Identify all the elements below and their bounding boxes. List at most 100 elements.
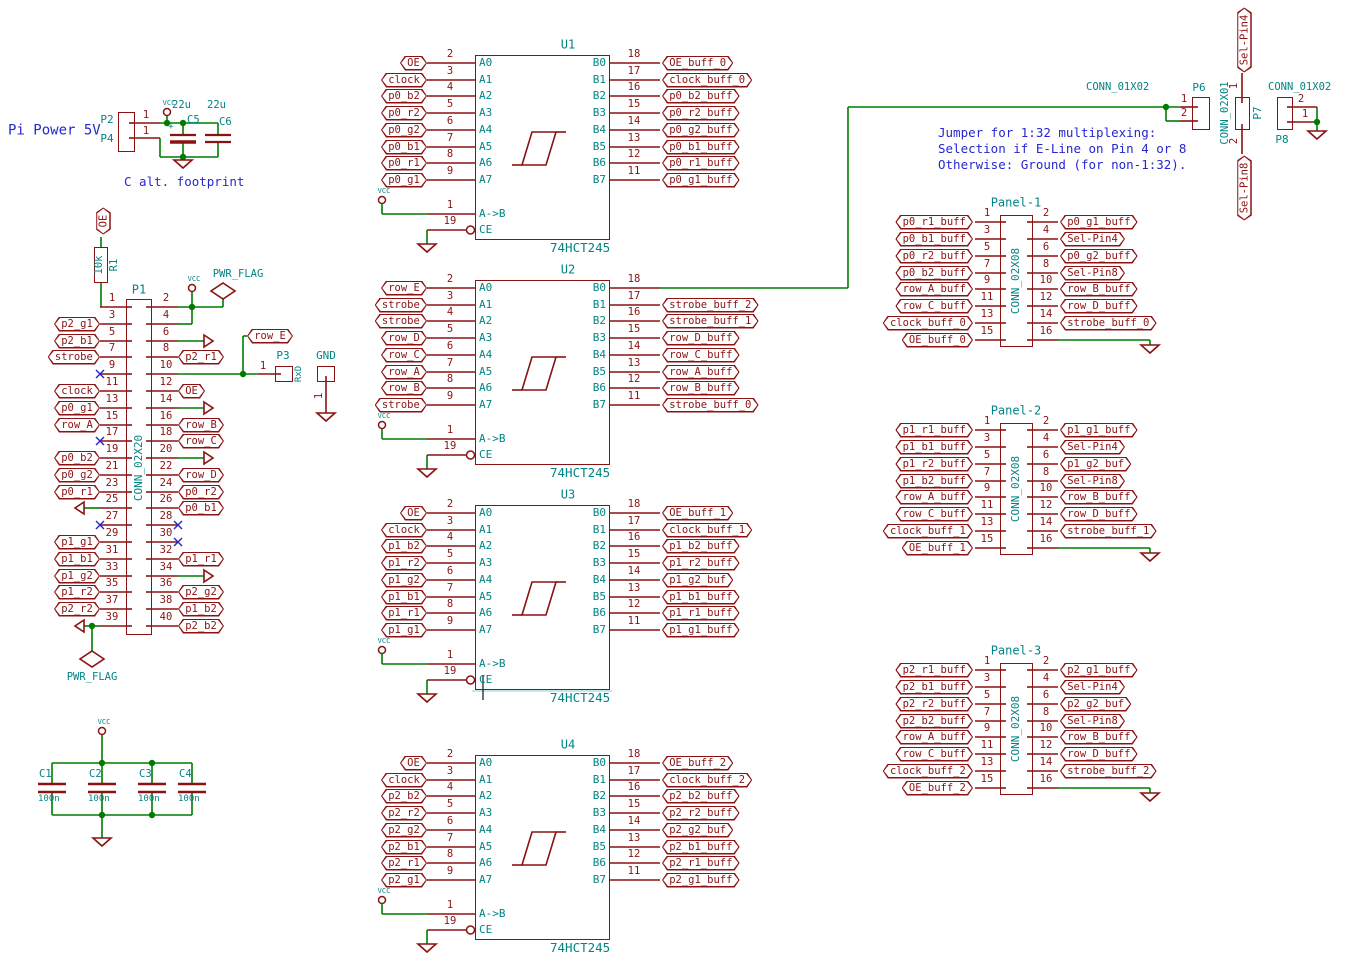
net-label-clock[interactable]: clock	[54, 384, 100, 399]
net-label-p1_r2[interactable]: p1_r2	[381, 556, 427, 571]
net-label-p1_g2_buf[interactable]: p1_g2_buf	[1060, 457, 1131, 472]
net-label-clock_buff_2[interactable]: clock_buff_2	[662, 773, 752, 788]
net-label-p2_g1[interactable]: p2_g1	[54, 317, 100, 332]
net-label-p1_r1[interactable]: p1_r1	[381, 606, 427, 621]
net-label-OE_buff_2[interactable]: OE_buff_2	[902, 781, 973, 796]
net-label-p2_r1[interactable]: p2_r1	[381, 856, 427, 871]
net-label-p2_b2[interactable]: p2_b2	[178, 619, 224, 634]
net-label-row_B[interactable]: row_B	[381, 381, 427, 396]
net-label-p2_g1[interactable]: p2_g1	[381, 873, 427, 888]
connector-P3[interactable]	[275, 366, 293, 382]
net-label-row_E[interactable]: row_E	[247, 329, 293, 344]
net-label-OE_buff_1[interactable]: OE_buff_1	[662, 506, 733, 521]
net-label-p1_r1[interactable]: p1_r1	[178, 552, 224, 567]
net-label-p0_g2[interactable]: p0_g2	[381, 123, 427, 138]
connector-P6[interactable]	[1192, 97, 1210, 130]
net-label-Sel-Pin8[interactable]: Sel-Pin8	[1237, 156, 1252, 221]
net-label-strobe_buff_2[interactable]: strobe_buff_2	[662, 298, 759, 313]
connector-P8[interactable]	[1277, 97, 1293, 130]
net-label-p1_b2_buff[interactable]: p1_b2_buff	[895, 474, 973, 489]
net-label-clock_buff_0[interactable]: clock_buff_0	[883, 316, 973, 331]
net-label-row_C_buff[interactable]: row_C_buff	[662, 348, 740, 363]
net-label-p2_r1[interactable]: p2_r1	[178, 350, 224, 365]
net-label-p0_b2_buff[interactable]: p0_b2_buff	[895, 266, 973, 281]
net-label-p0_r2[interactable]: p0_r2	[178, 485, 224, 500]
net-label-p0_b2_buff[interactable]: p0_b2_buff	[662, 89, 740, 104]
net-label-row_E[interactable]: row_E	[381, 281, 427, 296]
net-label-strobe_buff_1[interactable]: strobe_buff_1	[662, 314, 759, 329]
net-label-p1_b2[interactable]: p1_b2	[381, 539, 427, 554]
net-label-strobe_buff_1[interactable]: strobe_buff_1	[1060, 524, 1157, 539]
net-label-p0_r1_buff[interactable]: p0_r1_buff	[895, 215, 973, 230]
net-label-p1_g1_buff[interactable]: p1_g1_buff	[1060, 423, 1138, 438]
net-label-row_D_buff[interactable]: row_D_buff	[1060, 747, 1138, 762]
net-label-p1_b1_buff[interactable]: p1_b1_buff	[895, 440, 973, 455]
net-label-row_C_buff[interactable]: row_C_buff	[895, 747, 973, 762]
net-label-OE[interactable]: OE	[96, 207, 111, 234]
net-label-p1_b2[interactable]: p1_b2	[178, 602, 224, 617]
net-label-row_B_buff[interactable]: row_B_buff	[1060, 282, 1138, 297]
net-label-row_D[interactable]: row_D	[381, 331, 427, 346]
net-label-p0_r2_buff[interactable]: p0_r2_buff	[662, 106, 740, 121]
net-label-p2_b1_buff[interactable]: p2_b1_buff	[895, 680, 973, 695]
net-label-row_A_buff[interactable]: row_A_buff	[895, 282, 973, 297]
net-label-OE[interactable]: OE	[178, 384, 205, 399]
net-label-p2_r1_buff[interactable]: p2_r1_buff	[895, 663, 973, 678]
net-label-clock[interactable]: clock	[381, 523, 427, 538]
net-label-Sel-Pin4[interactable]: Sel-Pin4	[1060, 680, 1125, 695]
net-label-Sel-Pin8[interactable]: Sel-Pin8	[1060, 714, 1125, 729]
net-label-p1_g2[interactable]: p1_g2	[54, 569, 100, 584]
net-label-row_C_buff[interactable]: row_C_buff	[895, 299, 973, 314]
net-label-row_A_buff[interactable]: row_A_buff	[895, 730, 973, 745]
net-label-OE[interactable]: OE	[400, 756, 427, 771]
net-label-strobe[interactable]: strobe	[375, 314, 427, 329]
net-label-OE[interactable]: OE	[400, 506, 427, 521]
net-label-p1_b1[interactable]: p1_b1	[381, 590, 427, 605]
net-label-p2_r2_buff[interactable]: p2_r2_buff	[662, 806, 740, 821]
net-label-p0_g1_buff[interactable]: p0_g1_buff	[662, 173, 740, 188]
net-label-p2_g2[interactable]: p2_g2	[178, 585, 224, 600]
net-label-strobe[interactable]: strobe	[48, 350, 100, 365]
net-label-row_B[interactable]: row_B	[178, 418, 224, 433]
net-label-p1_r2_buff[interactable]: p1_r2_buff	[662, 556, 740, 571]
connector-P2P4[interactable]	[118, 112, 135, 152]
net-label-p2_b1[interactable]: p2_b1	[54, 334, 100, 349]
net-label-clock_buff_1[interactable]: clock_buff_1	[883, 524, 973, 539]
net-label-Sel-Pin8[interactable]: Sel-Pin8	[1060, 266, 1125, 281]
net-label-Sel-Pin4[interactable]: Sel-Pin4	[1060, 440, 1125, 455]
net-label-p2_b1[interactable]: p2_b1	[381, 840, 427, 855]
net-label-row_A_buff[interactable]: row_A_buff	[662, 365, 740, 380]
net-label-row_D_buff[interactable]: row_D_buff	[1060, 507, 1138, 522]
net-label-p2_g1_buff[interactable]: p2_g1_buff	[662, 873, 740, 888]
net-label-strobe_buff_0[interactable]: strobe_buff_0	[1060, 316, 1157, 331]
net-label-row_C[interactable]: row_C	[178, 434, 224, 449]
net-label-p0_r1[interactable]: p0_r1	[381, 156, 427, 171]
net-label-p2_r2[interactable]: p2_r2	[381, 806, 427, 821]
net-label-Sel-Pin4[interactable]: Sel-Pin4	[1060, 232, 1125, 247]
net-label-p2_r2[interactable]: p2_r2	[54, 602, 100, 617]
net-label-p1_g1_buff[interactable]: p1_g1_buff	[662, 623, 740, 638]
net-label-p0_g2_buff[interactable]: p0_g2_buff	[1060, 249, 1138, 264]
net-label-p0_g1[interactable]: p0_g1	[381, 173, 427, 188]
net-label-OE_buff_0[interactable]: OE_buff_0	[662, 56, 733, 71]
net-label-p2_r2_buff[interactable]: p2_r2_buff	[895, 697, 973, 712]
net-label-p0_g1[interactable]: p0_g1	[54, 401, 100, 416]
net-label-p2_b2_buff[interactable]: p2_b2_buff	[895, 714, 973, 729]
net-label-p2_b2[interactable]: p2_b2	[381, 789, 427, 804]
net-label-p0_r1_buff[interactable]: p0_r1_buff	[662, 156, 740, 171]
net-label-p0_b1[interactable]: p0_b1	[381, 140, 427, 155]
net-label-p1_r1_buff[interactable]: p1_r1_buff	[895, 423, 973, 438]
net-label-p0_b1[interactable]: p0_b1	[178, 501, 224, 516]
net-label-row_D_buff[interactable]: row_D_buff	[1060, 299, 1138, 314]
net-label-row_A_buff[interactable]: row_A_buff	[895, 490, 973, 505]
net-label-Sel-Pin4[interactable]: Sel-Pin4	[1237, 8, 1252, 73]
net-label-clock_buff_0[interactable]: clock_buff_0	[662, 73, 752, 88]
net-label-p2_g2_buf[interactable]: p2_g2_buf	[662, 823, 733, 838]
net-label-p2_g1_buff[interactable]: p2_g1_buff	[1060, 663, 1138, 678]
net-label-p0_r2_buff[interactable]: p0_r2_buff	[895, 249, 973, 264]
net-label-p1_r2[interactable]: p1_r2	[54, 585, 100, 600]
net-label-clock[interactable]: clock	[381, 73, 427, 88]
net-label-OE_buff_2[interactable]: OE_buff_2	[662, 756, 733, 771]
net-label-OE_buff_1[interactable]: OE_buff_1	[902, 541, 973, 556]
net-label-p0_b2[interactable]: p0_b2	[381, 89, 427, 104]
